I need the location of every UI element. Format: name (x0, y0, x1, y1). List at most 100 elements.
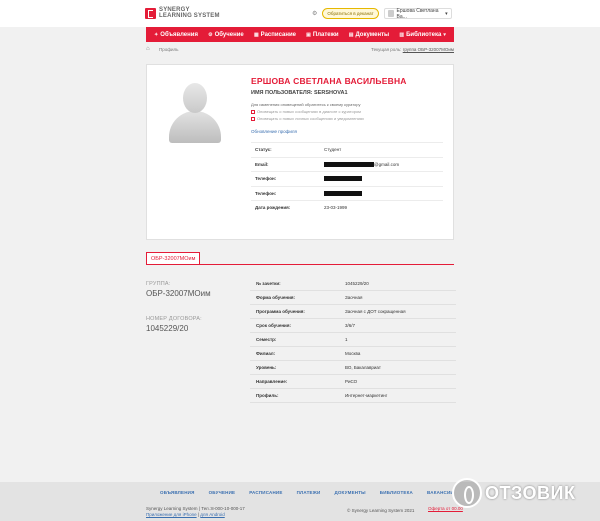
nav-item-announcements[interactable]: ✦ Объявления (154, 32, 198, 38)
megaphone-icon: ✦ (154, 31, 159, 38)
watermark-text: ОТЗОВИК (485, 482, 576, 503)
nav-label: Документы (355, 31, 390, 38)
info-key: Телефон: (255, 190, 277, 196)
chevron-down-icon: ▾ (445, 10, 448, 17)
nav-item-education[interactable]: ⚙ Обучение (208, 32, 244, 38)
info-value: 23-03-1999 (324, 205, 348, 210)
footer-link-documents[interactable]: ДОКУМЕНТЫ (334, 490, 365, 495)
info-value: @gmail.com (324, 162, 399, 167)
profile-username: ИМЯ ПОЛЬЗОВАТЕЛЯ: SERSHOVA1 (251, 90, 348, 96)
nav-label: Расписание (260, 31, 296, 38)
info-value: Студент (324, 147, 342, 152)
footer-link-announcements[interactable]: ОБЪЯВЛЕНИЯ (160, 490, 195, 495)
profile-info-table: Статус: Студент Email: @gmail.com Телефо… (251, 142, 443, 215)
edu-value: 3/6/7 (345, 323, 356, 328)
edu-row: Семестр: 1 (250, 333, 456, 347)
edu-value: 1045229/20 (345, 281, 369, 286)
notify-note: Для изменения оповещений обратитесь к св… (251, 102, 361, 107)
nav-label: Обучение (214, 31, 244, 38)
info-value (324, 190, 362, 196)
edu-key: Уровень: (256, 365, 277, 370)
footer-link-payments[interactable]: ПЛАТЕЖИ (297, 490, 321, 495)
profile-card: ЕРШОВА СВЕТЛАНА ВАСИЛЬЕВНА ИМЯ ПОЛЬЗОВАТ… (146, 64, 454, 240)
tab-underline (146, 264, 454, 265)
footer-link-library[interactable]: БИБЛИОТЕКА (380, 490, 413, 495)
edu-row: Направление: РиСО (250, 375, 456, 389)
edu-value: Интернет-маркетинг (345, 393, 388, 398)
info-row-email: Email: @gmail.com (251, 156, 443, 172)
footer-link-education[interactable]: ОБУЧЕНИЕ (209, 490, 236, 495)
document-icon: ▤ (348, 31, 354, 38)
nav-label: Библиотека (406, 31, 442, 38)
info-key: Статус: (255, 147, 272, 152)
contact-dean-button[interactable]: Обратиться в деканат (322, 8, 379, 19)
silhouette-body-icon (169, 111, 221, 143)
edu-key: № зачетки: (256, 281, 281, 286)
info-value (324, 176, 362, 182)
user-menu[interactable]: Ершова Светлана Ва... ▾ (383, 8, 452, 20)
footer-link-vacancies[interactable]: ВАКАНСИИ (427, 490, 454, 495)
synergy-logo[interactable]: SYNERGY LEARNING SYSTEM (145, 7, 220, 19)
edu-row: Форма обучения: Заочная (250, 291, 456, 305)
edu-key: Программа обучения: (256, 309, 305, 314)
edu-row: Профиль: Интернет-маркетинг (250, 389, 456, 403)
android-app-link[interactable]: для Android (200, 512, 224, 517)
edu-value: Заочная с ДОТ сокращенная (345, 309, 406, 314)
avatar (387, 10, 394, 17)
settings-icon[interactable]: ⚙ (312, 10, 317, 17)
silhouette-head-icon (183, 83, 207, 113)
redaction-mark (324, 176, 362, 182)
nav-item-library[interactable]: ▥ Библиотека ▾ (399, 32, 445, 38)
nav-item-schedule[interactable]: ▦ Расписание (254, 32, 296, 38)
nav-label: Объявления (160, 31, 198, 38)
contract-value: 1045229/20 (146, 324, 189, 333)
edu-key: Направление: (256, 379, 288, 384)
library-icon: ▥ (399, 31, 405, 38)
current-role: Текущая роль: группа ОБР-32007МОим (371, 47, 454, 52)
footer-copyright: © Synergy Learning System 2021 (347, 508, 415, 513)
nav-item-documents[interactable]: ▤ Документы (349, 32, 389, 38)
group-label: ГРУППА: (146, 281, 171, 287)
notify-option-curator[interactable]: Оповещать о новых сообщениях в диалоге с… (251, 109, 361, 114)
edu-key: Форма обучения: (256, 295, 295, 300)
logo-mark-icon (145, 7, 156, 19)
edu-key: Филиал: (256, 351, 276, 356)
edu-value: РиСО (345, 379, 358, 384)
header-actions: ⚙ Обратиться в деканат Ершова Светлана В… (312, 8, 452, 20)
notify-option-messages[interactable]: Оповещать о новых личных сообщениях и ув… (251, 116, 364, 121)
edu-row: Филиал: Москва (250, 347, 456, 361)
update-profile-link[interactable]: Обновление профиля (251, 129, 297, 134)
logo-line-2: LEARNING SYSTEM (159, 13, 220, 19)
info-row-status: Статус: Студент (251, 142, 443, 157)
edu-value: ВО, Бакалавриат (345, 365, 381, 370)
checkbox[interactable] (251, 116, 255, 121)
ios-app-link[interactable]: Приложение для iPhone (146, 512, 197, 517)
edu-key: Семестр: (256, 337, 277, 342)
profile-name: ЕРШОВА СВЕТЛАНА ВАСИЛЬЕВНА (251, 76, 407, 86)
profile-photo (159, 73, 231, 145)
edu-row: Срок обучения: 3/6/7 (250, 319, 456, 333)
edu-row: Программа обучения: Заочная с ДОТ сокраще… (250, 305, 456, 319)
footer-link-schedule[interactable]: РАСПИСАНИЕ (249, 490, 282, 495)
contract-label: НОМЕР ДОГОВОРА: (146, 316, 202, 322)
home-icon[interactable]: ⌂ (146, 46, 150, 52)
footer-brand: Synergy Learning System (146, 506, 198, 511)
info-key: Email: (255, 161, 269, 167)
info-row-birthdate: Дата рождения: 23-03-1999 (251, 200, 443, 215)
nav-label: Платежи (312, 31, 339, 38)
role-link[interactable]: группа ОБР-32007МОим (403, 47, 454, 52)
info-key: Дата рождения: (255, 205, 291, 210)
redaction-mark (324, 161, 374, 167)
edu-key: Срок обучения: (256, 323, 291, 328)
footer-nav: ОБЪЯВЛЕНИЯ ОБУЧЕНИЕ РАСПИСАНИЕ ПЛАТЕЖИ Д… (160, 490, 454, 495)
info-row-phone-2: Телефон: (251, 185, 443, 201)
chevron-down-icon: ▾ (443, 31, 446, 38)
checkbox-label: Оповещать о новых сообщениях в диалоге с… (257, 109, 361, 114)
footer-phone: Тел.:8-000-10-000-17 (201, 506, 245, 511)
edu-row: Уровень: ВО, Бакалавриат (250, 361, 456, 375)
education-table: № зачетки: 1045229/20 Форма обучения: Заоч… (250, 277, 456, 403)
edu-row: № зачетки: 1045229/20 (250, 277, 456, 291)
footer-contacts: Synergy Learning System | Тел.:8-000-10-… (146, 506, 245, 517)
checkbox[interactable] (251, 109, 255, 114)
nav-item-payments[interactable]: ▣ Платежи (306, 32, 338, 38)
